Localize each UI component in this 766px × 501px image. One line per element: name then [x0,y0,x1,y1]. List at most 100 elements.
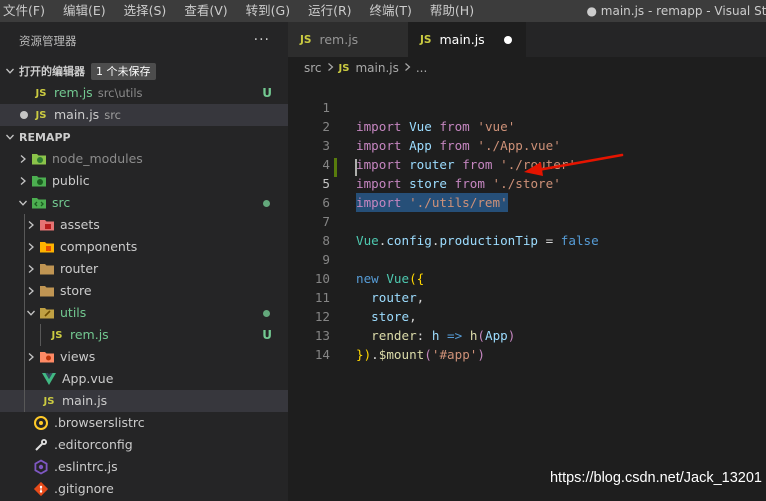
tree-item-label: .gitignore [54,481,114,496]
folder-utils-icon [38,305,56,321]
tree-item-label: utils [60,305,87,320]
code-line: 4 import store from './store' [288,136,766,191]
more-actions-icon[interactable]: ··· [254,33,270,47]
code-line: 12 render: h => h(App) [288,288,766,343]
git-untracked-badge: U [262,86,272,100]
tree-item-components[interactable]: components [0,236,288,258]
indent-guide [24,302,25,324]
code-line: 11 store, [288,269,766,324]
chevron-down-icon [24,308,38,318]
tab-main-js[interactable]: JS main.js [408,22,526,57]
indent-guide [24,346,25,368]
open-editor-main-js[interactable]: JS main.js src [0,104,288,126]
breadcrumb-file[interactable]: main.js [355,61,398,75]
code-line-current: 5 import './utils/rem' [288,155,766,212]
code-line: 6 [288,174,766,210]
unsaved-badge: 1 个未保存 [91,62,156,80]
menu-terminal[interactable]: 终端(T) [361,0,421,22]
text-cursor [355,159,357,176]
js-file-icon: JS [420,33,432,46]
tree-item-label: assets [60,217,100,232]
folder-public-icon [30,173,48,189]
tree-item-assets[interactable]: assets [0,214,288,236]
unsaved-dot-icon[interactable] [504,36,512,44]
chevron-right-icon [404,62,411,75]
tree-item-editorconfig[interactable]: .editorconfig [0,434,288,456]
code-line: 9 new Vue({ [288,231,766,286]
tree-item-label: src [52,195,71,210]
folder-assets-icon [38,217,56,233]
tree-item-gitignore[interactable]: .gitignore [0,478,288,500]
tree-item-label: main.js [62,393,108,408]
menu-go[interactable]: 转到(G) [237,0,299,22]
git-modified-dot [263,200,270,207]
unsaved-dot-icon[interactable] [20,111,32,119]
menu-file[interactable]: 文件(F) [0,0,54,22]
indent-guide [40,324,41,346]
git-modified-dot [263,310,270,317]
vue-file-icon [40,371,58,387]
tree-item-app-vue[interactable]: App.vue [0,368,288,390]
tree-item-label: App.vue [62,371,114,386]
folder-icon [38,261,56,277]
folder-node-icon [30,151,48,167]
code-line: 7 Vue.config.productionTip = false [288,193,766,248]
tree-item-label: .browserslistrc [54,415,145,430]
code-line: 10 router, [288,250,766,305]
menu-bar: 文件(F) 编辑(E) 选择(S) 查看(V) 转到(G) 运行(R) 终端(T… [0,0,766,22]
code-line: 2 import App from './App.vue' [288,98,766,153]
menu-selection[interactable]: 选择(S) [115,0,176,22]
tree-item-eslintrc[interactable]: .eslintrc.js [0,456,288,478]
code-line: 13 }).$mount('#app') [288,307,766,362]
tree-item-src[interactable]: src [0,192,288,214]
git-icon [32,481,50,497]
code-text: }).$mount('#app') [356,347,485,362]
tree-item-public[interactable]: public [0,170,288,192]
folder-views-icon [38,349,56,365]
js-file-icon: JS [35,109,47,121]
tab-rem-js[interactable]: JS rem.js [288,22,408,57]
code-line: 8 [288,212,766,248]
indent-guide [24,324,25,346]
chevron-right-icon [24,352,38,362]
open-editor-desc: src\utils [97,86,143,100]
menu-view[interactable]: 查看(V) [175,0,236,22]
breadcrumb-symbols[interactable]: ... [416,61,427,75]
tree-item-rem-js[interactable]: JS rem.js U [0,324,288,346]
watermark-url: https://blog.csdn.net/Jack_13201 [549,470,762,486]
code-line: 3 import router from './router' [288,117,766,172]
tree-item-label: .eslintrc.js [54,459,118,474]
menu-edit[interactable]: 编辑(E) [54,0,115,22]
tree-item-main-js[interactable]: JS main.js [0,390,288,412]
indent-guide [24,280,25,302]
tree-item-views[interactable]: views [0,346,288,368]
project-title: REMAPP [19,130,71,144]
breadcrumb-folder[interactable]: src [304,61,322,75]
tree-item-label: router [60,261,99,276]
explorer-title: 资源管理器 [19,34,77,48]
tree-item-browserslistrc[interactable]: .browserslistrc [0,412,288,434]
tree-item-node-modules[interactable]: node_modules [0,148,288,170]
open-editor-rem-js[interactable]: JS rem.js src\utils U [0,82,288,104]
indent-guide [24,390,25,412]
breadcrumb: src JS main.js ... [288,57,766,79]
explorer-header: 资源管理器 ··· [0,22,288,60]
tree-item-label: node_modules [52,151,143,166]
code-editor[interactable]: 1 import Vue from 'vue' 2 import App fro… [288,79,766,362]
chevron-right-icon [24,286,38,296]
project-header[interactable]: REMAPP [0,126,288,148]
tree-item-store[interactable]: store [0,280,288,302]
tree-item-utils[interactable]: utils [0,302,288,324]
window-title: ● main.js - remapp - Visual Stu [586,4,766,18]
open-editors-header[interactable]: 打开的编辑器 1 个未保存 [0,60,288,82]
tree-item-router[interactable]: router [0,258,288,280]
menu-run[interactable]: 运行(R) [299,0,360,22]
tree-item-label: rem.js [70,327,109,342]
js-file-icon: JS [43,395,55,407]
js-file-icon: JS [338,62,350,74]
menu-help[interactable]: 帮助(H) [421,0,483,22]
eslint-icon [32,459,50,475]
code-line: 14 [288,326,766,362]
tab-label: main.js [439,32,485,47]
line-number: 14 [314,347,330,362]
